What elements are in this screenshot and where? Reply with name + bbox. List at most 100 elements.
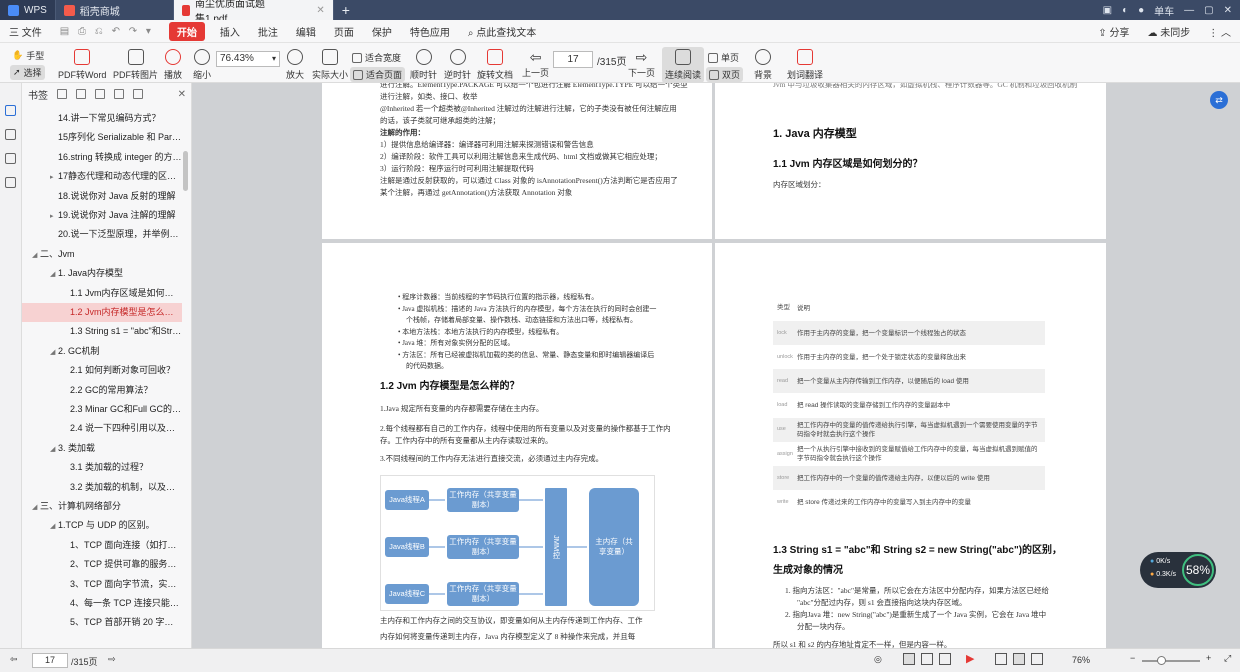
tab-close-icon[interactable]: ✕: [316, 5, 324, 16]
eye-protect-icon[interactable]: ◎: [874, 654, 882, 665]
new-tab-button[interactable]: +: [334, 0, 358, 20]
fit-page-button[interactable]: 适合页面: [350, 67, 406, 82]
expand-triangle-icon[interactable]: ◢: [50, 265, 58, 283]
bookmark-add-icon[interactable]: [57, 89, 67, 99]
expand-triangle-icon[interactable]: ▸: [50, 207, 58, 225]
bookmark-item[interactable]: 14.讲一下常见编码方式？: [22, 109, 182, 128]
bookmark-item[interactable]: 20.说一下泛型原理，并举例说明: [22, 225, 182, 244]
bookmark-collapse-icon[interactable]: [114, 89, 124, 99]
actual-size-button[interactable]: 实际大小: [312, 49, 348, 81]
background-button[interactable]: 背景: [754, 49, 772, 81]
menu-page[interactable]: 页面: [325, 24, 363, 39]
bookmark-item[interactable]: 2.4 说一下四种引用以及他们...: [22, 419, 182, 438]
minimize-icon[interactable]: —: [1184, 5, 1194, 16]
bookmark-item[interactable]: 16.string 转换成 integer 的方式...: [22, 148, 182, 167]
more-icon[interactable]: ⋮ ︿: [1199, 24, 1240, 39]
bookmark-item[interactable]: 3.1 类加载的过程？: [22, 458, 182, 477]
bookmark-panel-icon[interactable]: [5, 105, 16, 116]
zoom-in-button[interactable]: 放大: [286, 49, 304, 81]
bookmark-remove-icon[interactable]: [76, 89, 86, 99]
expand-triangle-icon[interactable]: ◢: [50, 440, 58, 458]
page-number-input[interactable]: 17: [553, 51, 593, 68]
zoom-select[interactable]: 76.43% ▾: [216, 51, 280, 67]
annotation-panel-icon[interactable]: [5, 153, 16, 164]
bookmark-item[interactable]: 1.3 String s1 = "abc"和Strin...: [22, 322, 182, 341]
skin-icon[interactable]: ◐: [1122, 5, 1128, 16]
select-tool-button[interactable]: ➚ 选择: [10, 65, 45, 80]
sync-button[interactable]: ☁ 未同步: [1138, 24, 1199, 39]
expand-icon[interactable]: ⤢: [1224, 653, 1231, 664]
translate-button[interactable]: 划词翻译: [787, 49, 823, 81]
expand-triangle-icon[interactable]: ◢: [50, 517, 58, 535]
bookmark-item[interactable]: ◢ 3. 类加载: [22, 439, 182, 458]
fullscreen-icon[interactable]: [1031, 653, 1043, 665]
pdf-to-image-button[interactable]: PDF转图片: [113, 49, 158, 81]
floating-translate-button[interactable]: ⇄: [1210, 91, 1228, 109]
tab-wps[interactable]: WPS: [0, 0, 56, 20]
prev-page-button[interactable]: ⇦ 上一页: [522, 49, 549, 79]
bookmark-expand-icon[interactable]: [95, 89, 105, 99]
rotate-doc-button[interactable]: 旋转文档: [477, 49, 513, 81]
view-book-icon[interactable]: [939, 653, 951, 665]
zoom-slider[interactable]: [1142, 656, 1200, 665]
expand-triangle-icon[interactable]: ◢: [32, 498, 40, 516]
single-page-button[interactable]: 单页: [708, 51, 739, 64]
expand-triangle-icon[interactable]: ▸: [50, 168, 58, 186]
bookmark-item[interactable]: 3.2 类加载的机制，以及为什...: [22, 478, 182, 497]
status-page-input[interactable]: 17: [32, 653, 68, 668]
bookmark-item[interactable]: 2、TCP 提供可靠的服务。也...: [22, 555, 182, 574]
bookmark-item[interactable]: 3、TCP 面向字节流，实际上...: [22, 575, 182, 594]
zoom-slider-handle[interactable]: [1157, 656, 1166, 665]
menu-edit[interactable]: 编辑: [287, 24, 325, 39]
rotate-cw-button[interactable]: 顺时针: [410, 49, 437, 81]
bookmark-item[interactable]: 15序列化 Serializable 和 Parcel...: [22, 128, 182, 147]
play-button[interactable]: 播放: [164, 49, 182, 81]
expand-triangle-icon[interactable]: ◢: [50, 343, 58, 361]
search-text[interactable]: ⌕ 点此查找文本: [459, 24, 545, 39]
view-single-icon[interactable]: [903, 653, 915, 665]
rotate-ccw-button[interactable]: 逆时针: [444, 49, 471, 81]
prev-arrow-icon[interactable]: ⇦: [10, 654, 18, 665]
network-speed-widget[interactable]: ● 0K/s ● 0.3K/s 58%: [1140, 552, 1216, 588]
bookmark-item[interactable]: ◢ 1.TCP 与 UDP 的区别。: [22, 516, 182, 535]
pdf-to-word-button[interactable]: PDF转Word: [58, 49, 106, 81]
play-slides-icon[interactable]: ▶: [966, 652, 974, 665]
fit-page-status-icon[interactable]: [1013, 653, 1025, 665]
fit-width-button[interactable]: 适合宽度: [352, 51, 401, 64]
tab-document[interactable]: 南尘优质面试题集1.pdf ✕: [173, 0, 334, 25]
continuous-read-button[interactable]: 连续阅读: [662, 47, 705, 83]
bookmark-item[interactable]: 2.3 Minar GC和Full GC的区...: [22, 400, 182, 419]
bookmark-item[interactable]: 1.2 Jvm内存模型是怎么样的？: [22, 303, 182, 322]
menu-start[interactable]: 开始: [168, 21, 205, 41]
zoom-out-button[interactable]: 缩小: [193, 49, 211, 81]
fit-width-status-icon[interactable]: [995, 653, 1007, 665]
bookmark-item[interactable]: ◢ 2. GC机制: [22, 342, 182, 361]
menu-protect[interactable]: 保护: [363, 24, 401, 39]
bookmark-item[interactable]: 2.2 GC的常用算法？: [22, 381, 182, 400]
zoom-plus-button[interactable]: +: [1206, 653, 1211, 663]
bookmark-item[interactable]: 2.1 如何判断对象可回收？: [22, 361, 182, 380]
bookmark-item[interactable]: ▸ 17静态代理和动态代理的区别，...: [22, 167, 182, 186]
expand-triangle-icon[interactable]: ◢: [32, 246, 40, 264]
close-icon[interactable]: ✕: [178, 89, 186, 100]
thumbnail-panel-icon[interactable]: [5, 129, 16, 140]
bookmark-item[interactable]: ◢ 三、计算机网络部分: [22, 497, 182, 516]
menu-insert[interactable]: 插入: [211, 24, 249, 39]
maximize-icon[interactable]: ▢: [1204, 5, 1213, 16]
bookmark-item[interactable]: ◢ 二、Jvm: [22, 245, 182, 264]
sidebar-scrollbar[interactable]: [183, 151, 188, 191]
bookmark-item[interactable]: 1、TCP 面向连接（如打电话...: [22, 536, 182, 555]
bookmark-list-icon[interactable]: [133, 89, 143, 99]
attachment-panel-icon[interactable]: [5, 177, 16, 188]
bookmark-item[interactable]: ◢ 1. Java内存模型: [22, 264, 182, 283]
share-button[interactable]: ⇪ 分享: [1089, 24, 1138, 39]
next-arrow-icon[interactable]: ⇨: [108, 654, 116, 665]
menu-comment[interactable]: 批注: [249, 24, 287, 39]
bookmark-item[interactable]: 18.说说你对 Java 反射的理解: [22, 187, 182, 206]
next-page-button[interactable]: ⇨ 下一页: [628, 49, 655, 79]
hand-tool-button[interactable]: ✋ 手型: [12, 49, 44, 62]
view-double-icon[interactable]: [921, 653, 933, 665]
menu-file[interactable]: 三 文件: [0, 24, 51, 39]
double-page-button[interactable]: 双页: [706, 67, 744, 82]
bookmark-item[interactable]: ▸ 19.说说你对 Java 注解的理解: [22, 206, 182, 225]
